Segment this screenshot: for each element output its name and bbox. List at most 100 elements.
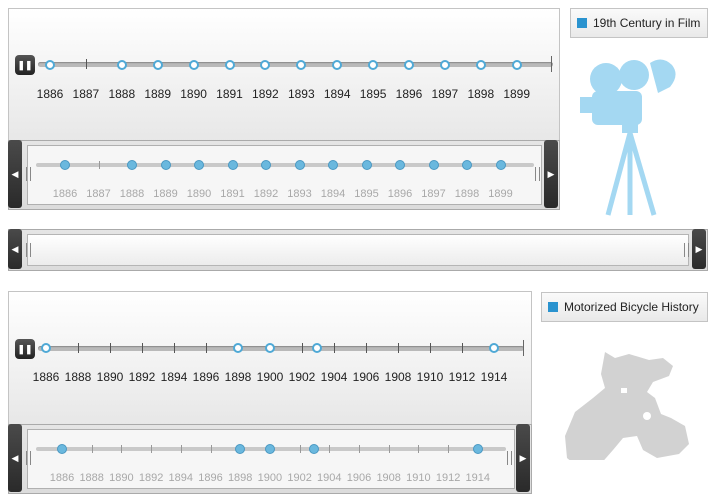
year-tick <box>302 343 303 353</box>
nav-event-marker <box>261 160 271 170</box>
year-label: 1891 <box>216 87 243 101</box>
nav-tick <box>359 445 360 453</box>
nav-tick <box>151 445 153 453</box>
timeline-2-legend-label: Motorized Bicycle History <box>564 300 699 314</box>
timeline-1-panel <box>8 8 560 143</box>
event-marker[interactable] <box>233 343 243 353</box>
movie-camera-icon <box>580 59 676 216</box>
year-label: 1893 <box>287 87 315 101</box>
timeline-1-right-grip[interactable] <box>535 167 540 181</box>
nav-year-label: 1899 <box>488 188 513 200</box>
nav-event-marker <box>395 160 405 170</box>
scrollbar-left-button[interactable]: ◀ <box>8 229 22 269</box>
timeline-1-nav-track <box>36 163 534 167</box>
nav-tick <box>121 445 123 453</box>
scrollbar-right-grip[interactable] <box>684 243 689 257</box>
year-label: 1895 <box>359 87 387 101</box>
event-marker[interactable] <box>152 60 163 70</box>
event-marker[interactable] <box>404 60 414 70</box>
year-tick <box>142 343 143 353</box>
timeline-2-left-grip[interactable] <box>26 451 31 465</box>
event-marker[interactable] <box>116 60 127 70</box>
year-label: 1896 <box>395 87 423 101</box>
nav-tick <box>210 445 212 453</box>
nav-tick <box>299 445 301 453</box>
event-marker[interactable] <box>512 60 522 70</box>
year-label: 1890 <box>180 87 207 101</box>
timeline-1-legend-label: 19th Century in Film <box>593 16 701 30</box>
event-marker[interactable] <box>265 343 275 353</box>
timeline-1-left-grip[interactable] <box>26 167 31 181</box>
timeline-1-scroll-left-button[interactable]: ◀ <box>8 140 22 208</box>
nav-tick <box>448 445 450 453</box>
year-tick <box>206 343 207 353</box>
timeline-2-scroll-right-button[interactable]: ▶ <box>516 424 530 492</box>
nav-event-marker <box>57 444 67 454</box>
timeline-1-pause-button[interactable]: ❚❚ <box>15 55 35 75</box>
nav-event-marker <box>361 160 372 170</box>
nav-event-marker <box>472 444 483 454</box>
legend-swatch <box>548 302 558 312</box>
nav-tick <box>98 161 100 169</box>
year-label: 1898 <box>467 87 495 101</box>
nav-event-marker <box>496 160 506 170</box>
scrollbar-thumb[interactable] <box>27 234 689 266</box>
event-marker[interactable] <box>224 60 235 70</box>
nav-event-marker <box>160 160 171 170</box>
nav-event-marker <box>127 160 137 170</box>
year-tick <box>462 343 463 353</box>
year-label: 1914 <box>480 370 508 384</box>
year-tick <box>398 343 399 353</box>
nav-event-marker <box>462 160 472 170</box>
nav-event-marker <box>264 444 275 454</box>
year-label: 1892 <box>252 87 279 101</box>
year-tick <box>334 343 335 353</box>
year-tick <box>366 343 367 353</box>
nav-tick <box>418 445 420 453</box>
event-marker[interactable] <box>188 60 199 70</box>
event-marker[interactable] <box>475 60 486 70</box>
nav-event-marker <box>194 160 204 170</box>
timeline-2-legend: Motorized Bicycle History <box>541 292 708 322</box>
timeline-2-right-grip[interactable] <box>507 451 512 465</box>
nav-event-marker <box>428 160 439 170</box>
year-label: 1886 <box>36 87 64 101</box>
event-marker[interactable] <box>45 60 55 70</box>
nav-event-marker <box>60 160 70 170</box>
year-tick <box>110 343 111 353</box>
year-tick <box>430 343 431 353</box>
nav-event-marker <box>227 160 238 170</box>
event-marker[interactable] <box>489 343 499 353</box>
nav-event-marker <box>309 444 319 454</box>
nav-tick <box>180 445 182 453</box>
year-label: 1889 <box>144 87 172 101</box>
nav-tick <box>388 445 390 453</box>
timeline-2-scroll-left-button[interactable]: ◀ <box>8 424 22 492</box>
motorcycle-icon <box>565 352 689 460</box>
year-label: 1888 <box>108 87 136 101</box>
scrollbar-right-button[interactable]: ▶ <box>692 229 706 269</box>
timeline-2-track-end <box>523 340 524 356</box>
year-tick <box>78 343 79 353</box>
year-label: 1897 <box>431 87 459 101</box>
nav-tick <box>329 445 331 453</box>
nav-event-marker <box>328 160 338 170</box>
legend-swatch <box>577 18 587 28</box>
timeline-1-scroll-right-button[interactable]: ▶ <box>544 140 558 208</box>
timeline-2-pause-button[interactable]: ❚❚ <box>15 339 35 359</box>
nav-tick <box>91 445 93 453</box>
year-tick <box>174 343 175 353</box>
year-label: 1899 <box>503 87 531 101</box>
scrollbar-left-grip[interactable] <box>26 243 31 257</box>
nav-event-marker <box>294 160 305 170</box>
timeline-1-track-end <box>551 56 552 72</box>
event-marker[interactable] <box>439 60 450 70</box>
event-marker[interactable] <box>312 343 322 353</box>
event-marker[interactable] <box>41 343 51 353</box>
year-label: 1894 <box>323 87 351 101</box>
timeline-1-legend: 19th Century in Film <box>570 8 708 38</box>
nav-year-label: 1914 <box>465 472 491 484</box>
year-label: 1887 <box>72 87 100 101</box>
year-tick <box>85 59 87 69</box>
timeline-2-panel <box>8 291 532 426</box>
